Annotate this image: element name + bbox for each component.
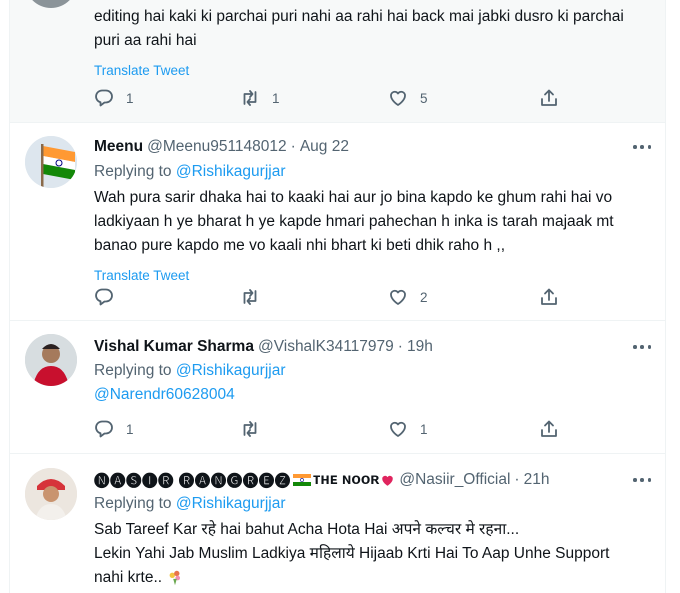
- like-icon: [390, 90, 406, 106]
- india-flag-icon: [25, 136, 77, 188]
- timestamp[interactable]: 19h: [407, 338, 433, 356]
- like-icon: [390, 421, 406, 437]
- separator-dot: ·: [290, 138, 296, 155]
- replying-to-mention[interactable]: @Rishikagurjjar: [176, 362, 286, 379]
- heart-emoji-icon: [382, 475, 394, 486]
- tweet-card[interactable]: 🅝🅐🅢🅘🅡 🅡🅐🅝🅖🅡🅔🅩 ᴛʜᴇ ɴᴏᴏʀ @Nasiir_Official …: [10, 454, 665, 593]
- reply-button[interactable]: 1: [94, 88, 134, 108]
- tweet-text: Wah pura sarir dhaka hai to kaaki hai au…: [94, 189, 614, 254]
- avatar[interactable]: [25, 0, 77, 8]
- like-button[interactable]: 2: [388, 287, 428, 307]
- reply-icon: [95, 288, 113, 306]
- retweet-button[interactable]: [240, 419, 272, 439]
- retweet-count: 1: [272, 90, 280, 106]
- tweet-card[interactable]: Vishal Kumar Sharma @VishalK34117979 · 1…: [10, 321, 665, 454]
- retweet-button[interactable]: 1: [240, 88, 280, 108]
- reply-button[interactable]: [94, 287, 126, 307]
- avatar[interactable]: [25, 468, 77, 520]
- share-button[interactable]: [539, 419, 559, 439]
- separator-dot: ·: [514, 471, 520, 488]
- reply-count: 1: [126, 90, 134, 106]
- profile-photo: [25, 334, 77, 386]
- bouquet-emoji-icon: [169, 570, 181, 586]
- display-name[interactable]: 🅝🅐🅢🅘🅡 🅡🅐🅝🅖🅡🅔🅩: [94, 469, 291, 491]
- display-name[interactable]: Meenu: [94, 138, 143, 156]
- tweet-header: Vishal Kumar Sharma @VishalK34117979 · 1…: [94, 337, 653, 357]
- replying-to-label: Replying to: [94, 163, 172, 180]
- tweet-actions: 2: [94, 287, 574, 307]
- tweet-text: Sab Tareef Kar रहे hai bahut Acha Hota H…: [94, 518, 653, 590]
- separator-dot: ·: [397, 338, 403, 355]
- user-handle[interactable]: @VishalK34117979: [258, 338, 394, 356]
- retweet-icon: [243, 421, 257, 437]
- timeline: editing hai kaki ki parchai puri nahi aa…: [9, 0, 666, 593]
- replying-to-mention[interactable]: @Rishikagurjjar: [176, 163, 286, 180]
- tweet-text: editing hai kaki ki parchai puri nahi aa…: [94, 8, 624, 49]
- share-button[interactable]: [539, 287, 559, 307]
- replying-to-label: Replying to: [94, 495, 172, 512]
- more-options-button[interactable]: [631, 337, 653, 357]
- display-name-suffix: ᴛʜᴇ ɴᴏᴏʀ: [312, 471, 380, 488]
- tweet-header: 🅝🅐🅢🅘🅡 🅡🅐🅝🅖🅡🅔🅩 ᴛʜᴇ ɴᴏᴏʀ @Nasiir_Official …: [94, 470, 653, 490]
- avatar[interactable]: [25, 334, 77, 386]
- tweet-card[interactable]: Meenu @Meenu951148012 · Aug 22 Replying …: [10, 123, 665, 321]
- tweet-text-line-wrap: nahi krte..: [94, 566, 653, 590]
- tweet-card[interactable]: editing hai kaki ki parchai puri nahi aa…: [10, 0, 665, 123]
- like-count: 1: [420, 421, 428, 437]
- retweet-button[interactable]: [240, 287, 272, 307]
- profile-photo: [25, 468, 77, 520]
- replying-to: Replying to @Rishikagurjjar: [94, 162, 653, 182]
- more-options-button[interactable]: [631, 137, 653, 157]
- share-button[interactable]: [539, 88, 559, 108]
- tweet-header: Meenu @Meenu951148012 · Aug 22: [94, 137, 653, 157]
- timestamp[interactable]: Aug 22: [300, 138, 349, 156]
- replying-to: Replying to @Rishikagurjjar: [94, 492, 653, 516]
- translate-tweet-link[interactable]: Translate Tweet: [94, 266, 653, 286]
- like-icon: [390, 289, 406, 305]
- display-name[interactable]: Vishal Kumar Sharma: [94, 338, 254, 356]
- tweet-actions: 1 1: [94, 419, 574, 439]
- user-handle[interactable]: @Nasiir_Official: [399, 471, 510, 489]
- share-icon: [541, 89, 557, 106]
- share-icon: [541, 420, 557, 437]
- share-icon: [541, 288, 557, 305]
- tweet-actions: 1 1 5: [94, 88, 574, 108]
- avatar[interactable]: [25, 136, 77, 188]
- like-count: 5: [420, 90, 428, 106]
- tweet-text-line: nahi krte..: [94, 569, 163, 586]
- timestamp[interactable]: 21h: [524, 471, 550, 489]
- reply-icon: [95, 89, 113, 107]
- more-icon: [633, 478, 637, 482]
- translate-tweet-link[interactable]: Translate Tweet: [94, 61, 653, 81]
- tweet-text-line: Sab Tareef Kar रहे hai bahut Acha Hota H…: [94, 521, 520, 538]
- like-button[interactable]: 5: [388, 88, 428, 108]
- replying-to-mention[interactable]: @Narendr60628004: [94, 386, 235, 403]
- user-handle[interactable]: @Meenu951148012: [147, 138, 287, 156]
- more-options-button[interactable]: [631, 470, 653, 490]
- retweet-icon: [243, 289, 257, 305]
- like-button[interactable]: 1: [388, 419, 428, 439]
- reply-button[interactable]: 1: [94, 419, 134, 439]
- more-icon: [633, 145, 637, 149]
- replying-to-mention[interactable]: @Rishikagurjjar: [176, 495, 286, 512]
- tweet-text-line: Lekin Yahi Jab Muslim Ladkiya महिलाये Hi…: [94, 545, 610, 562]
- india-flag-icon: [292, 474, 311, 486]
- replying-to-partial: [94, 0, 394, 2]
- replying-to-label: Replying to: [94, 362, 172, 379]
- like-count: 2: [420, 289, 428, 305]
- replying-to-second: @Narendr60628004: [94, 383, 653, 407]
- retweet-icon: [243, 90, 257, 106]
- reply-count: 1: [126, 421, 134, 437]
- more-icon: [633, 345, 637, 349]
- replying-to: Replying to @Rishikagurjjar: [94, 359, 653, 383]
- reply-icon: [95, 420, 113, 438]
